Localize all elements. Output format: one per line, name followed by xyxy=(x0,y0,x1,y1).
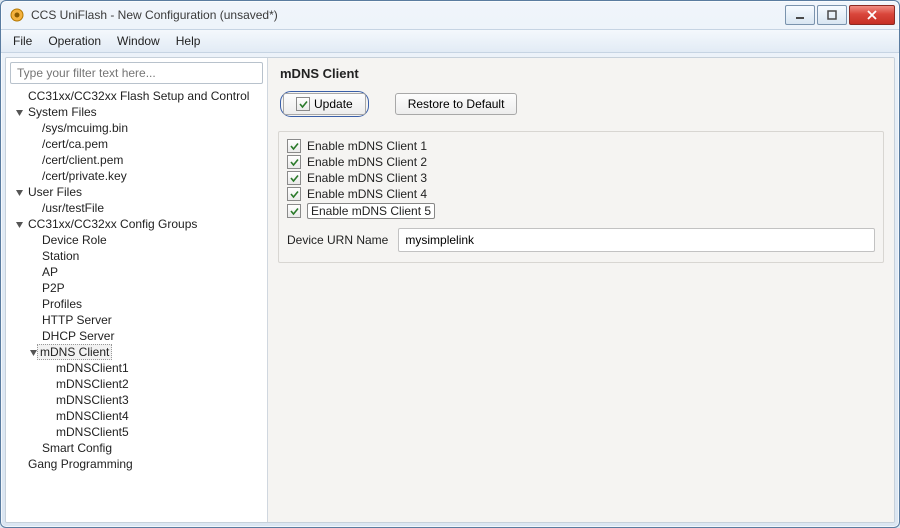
restore-button-label: Restore to Default xyxy=(408,97,505,111)
chevron-down-icon[interactable] xyxy=(14,219,24,229)
window-controls xyxy=(783,5,895,25)
details-header: mDNS Client Update Restore to Default xyxy=(268,58,894,125)
update-button-highlight: Update xyxy=(280,91,369,117)
close-button[interactable] xyxy=(849,5,895,25)
tree-panel: CC31xx/CC32xx Flash Setup and Control Sy… xyxy=(6,58,268,522)
urn-row: Device URN Name xyxy=(287,228,875,252)
content-frame: CC31xx/CC32xx Flash Setup and Control Sy… xyxy=(5,57,895,523)
enable-mdns-2-row: Enable mDNS Client 2 xyxy=(287,154,875,170)
tree-item-mdns-client[interactable]: mDNS Client xyxy=(10,344,263,360)
tree-item-flash-setup[interactable]: CC31xx/CC32xx Flash Setup and Control xyxy=(10,88,263,104)
tree-item[interactable]: /sys/mcuimg.bin xyxy=(10,120,263,136)
filter-input[interactable] xyxy=(10,62,263,84)
tree-item-gang[interactable]: Gang Programming xyxy=(10,456,263,472)
tree-item[interactable]: mDNSClient2 xyxy=(10,376,263,392)
tree-item[interactable]: mDNSClient3 xyxy=(10,392,263,408)
tree-item-system-files[interactable]: System Files xyxy=(10,104,263,120)
restore-button[interactable]: Restore to Default xyxy=(395,93,518,115)
tree-item[interactable]: Smart Config xyxy=(10,440,263,456)
enable-mdns-1-label: Enable mDNS Client 1 xyxy=(307,139,427,153)
tree-item[interactable]: /usr/testFile xyxy=(10,200,263,216)
enable-mdns-2-label: Enable mDNS Client 2 xyxy=(307,155,427,169)
tree-item[interactable]: mDNSClient5 xyxy=(10,424,263,440)
menu-help[interactable]: Help xyxy=(168,32,209,50)
enable-mdns-3-row: Enable mDNS Client 3 xyxy=(287,170,875,186)
minimize-button[interactable] xyxy=(785,5,815,25)
checkbox-icon[interactable] xyxy=(287,139,301,153)
maximize-button[interactable] xyxy=(817,5,847,25)
config-tree: CC31xx/CC32xx Flash Setup and Control Sy… xyxy=(10,88,263,518)
checkmark-icon xyxy=(296,97,310,111)
tree-item[interactable]: AP xyxy=(10,264,263,280)
tree-item-config-groups[interactable]: CC31xx/CC32xx Config Groups xyxy=(10,216,263,232)
chevron-down-icon[interactable] xyxy=(14,107,24,117)
chevron-down-icon[interactable] xyxy=(14,187,24,197)
tree-item[interactable]: HTTP Server xyxy=(10,312,263,328)
tree-item[interactable]: /cert/private.key xyxy=(10,168,263,184)
enable-mdns-5-row: Enable mDNS Client 5 xyxy=(287,202,875,220)
tree-item[interactable]: mDNSClient4 xyxy=(10,408,263,424)
app-window: CCS UniFlash - New Configuration (unsave… xyxy=(0,0,900,528)
titlebar: CCS UniFlash - New Configuration (unsave… xyxy=(1,1,899,29)
tree-item[interactable]: /cert/client.pem xyxy=(10,152,263,168)
tree-item[interactable]: DHCP Server xyxy=(10,328,263,344)
tree-item[interactable]: /cert/ca.pem xyxy=(10,136,263,152)
window-title: CCS UniFlash - New Configuration (unsave… xyxy=(31,8,783,22)
tree-item[interactable]: Device Role xyxy=(10,232,263,248)
update-button[interactable]: Update xyxy=(283,93,366,115)
details-panel: mDNS Client Update Restore to Default xyxy=(268,58,894,522)
enable-mdns-1-row: Enable mDNS Client 1 xyxy=(287,138,875,154)
urn-input[interactable] xyxy=(398,228,875,252)
menu-operation[interactable]: Operation xyxy=(40,32,109,50)
panel-buttons: Update Restore to Default xyxy=(280,91,882,117)
enable-mdns-5-label: Enable mDNS Client 5 xyxy=(307,203,435,219)
enable-mdns-4-row: Enable mDNS Client 4 xyxy=(287,186,875,202)
checkbox-icon[interactable] xyxy=(287,204,301,218)
checkbox-icon[interactable] xyxy=(287,171,301,185)
tree-item-user-files[interactable]: User Files xyxy=(10,184,263,200)
checkbox-icon[interactable] xyxy=(287,187,301,201)
mdns-form: Enable mDNS Client 1 Enable mDNS Client … xyxy=(278,131,884,263)
enable-mdns-4-label: Enable mDNS Client 4 xyxy=(307,187,427,201)
update-button-label: Update xyxy=(314,97,353,111)
tree-item[interactable]: Profiles xyxy=(10,296,263,312)
checkbox-icon[interactable] xyxy=(287,155,301,169)
tree-item[interactable]: P2P xyxy=(10,280,263,296)
panel-title: mDNS Client xyxy=(280,66,882,81)
tree-item[interactable]: mDNSClient1 xyxy=(10,360,263,376)
menubar: File Operation Window Help xyxy=(1,29,899,53)
tree-item[interactable]: Station xyxy=(10,248,263,264)
urn-label: Device URN Name xyxy=(287,233,388,247)
enable-mdns-3-label: Enable mDNS Client 3 xyxy=(307,171,427,185)
menu-file[interactable]: File xyxy=(5,32,40,50)
app-icon xyxy=(9,7,25,23)
menu-window[interactable]: Window xyxy=(109,32,168,50)
